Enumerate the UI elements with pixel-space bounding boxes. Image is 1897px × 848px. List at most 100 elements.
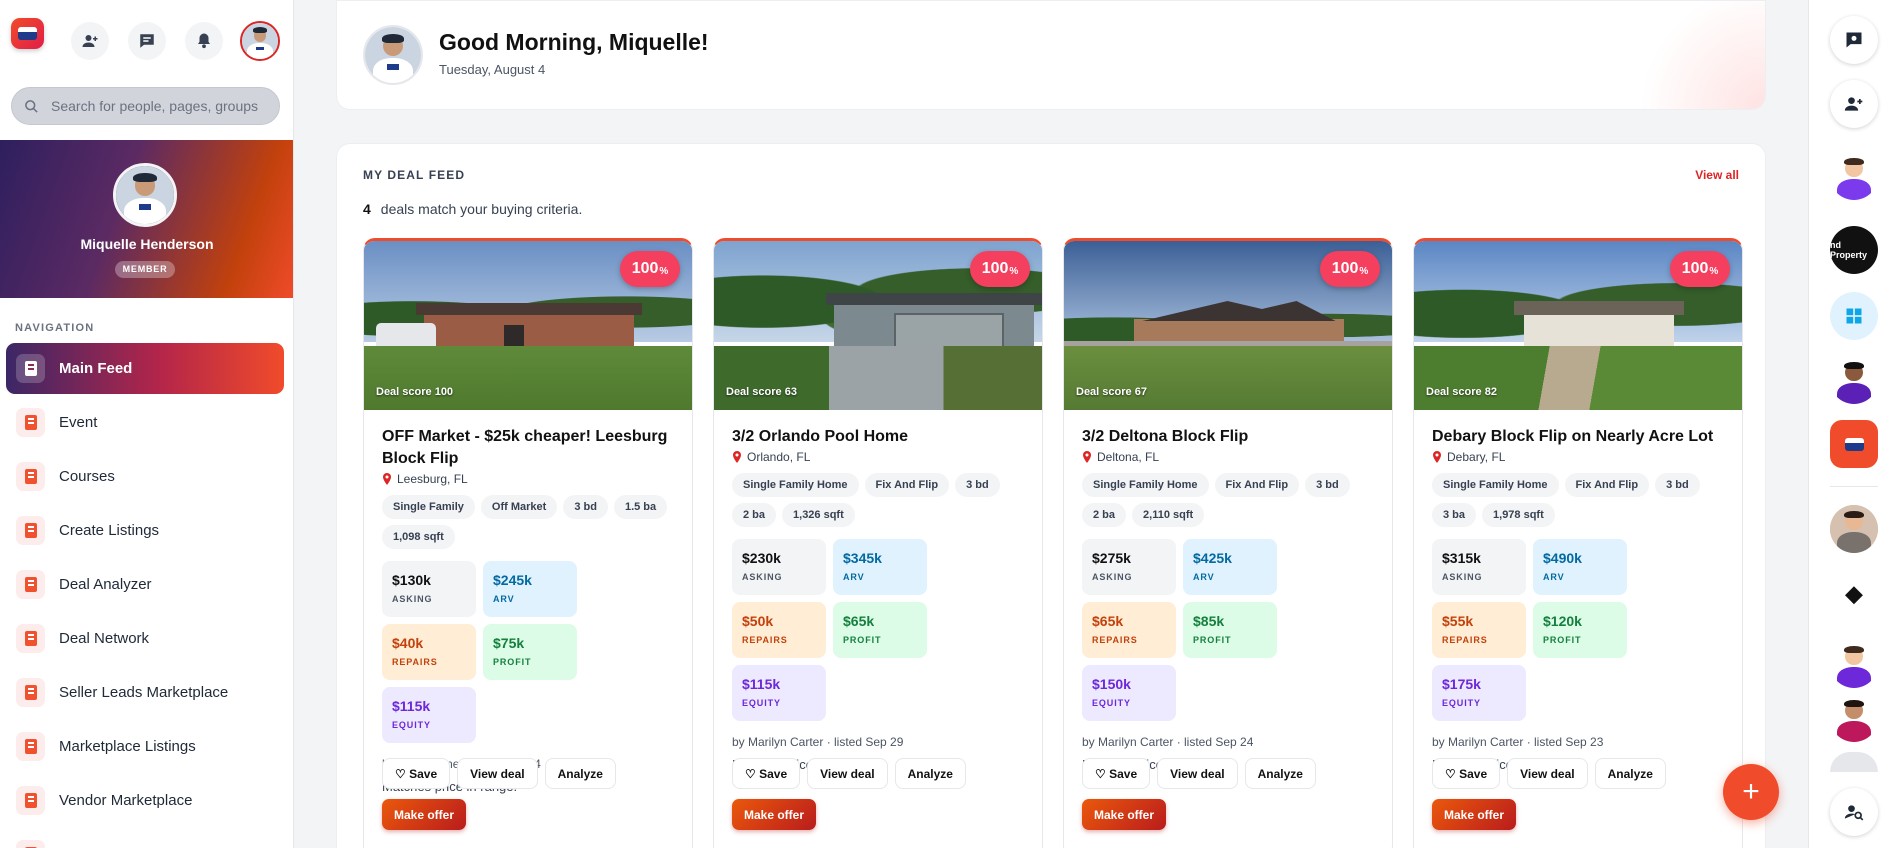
- nav-label: Marketplace Listings: [59, 738, 196, 755]
- nav-item-courses[interactable]: Courses: [6, 451, 284, 502]
- message-icon: [140, 34, 154, 48]
- friends-button[interactable]: [1830, 80, 1878, 128]
- user-avatar-button[interactable]: [240, 21, 280, 61]
- profile-name[interactable]: Miquelle Henderson: [0, 236, 293, 252]
- nav-label: Main Feed: [59, 360, 133, 377]
- view-deal-button[interactable]: View deal: [807, 758, 888, 789]
- deal-card[interactable]: 100% Deal score 82 Debary Block Flip on …: [1413, 238, 1743, 848]
- match-percent-badge: 100%: [1670, 251, 1730, 287]
- make-offer-button[interactable]: Make offer: [1082, 799, 1167, 830]
- stat-asking: $275k ASKING: [1082, 539, 1176, 595]
- nav-item-marketplace-listings[interactable]: Marketplace Listings: [6, 721, 284, 772]
- member-badge: MEMBER: [115, 261, 175, 278]
- contact-avatar[interactable]: [1830, 640, 1878, 688]
- view-deal-button[interactable]: View deal: [457, 758, 538, 789]
- avatar-image: [242, 23, 278, 59]
- nav-item-event[interactable]: Event: [6, 397, 284, 448]
- nav-item-more[interactable]: [6, 829, 284, 848]
- deal-photo[interactable]: 100% Deal score 100: [364, 241, 692, 410]
- nav-heading: NAVIGATION: [15, 322, 95, 334]
- save-button[interactable]: ♡ Save: [1082, 758, 1151, 789]
- deal-photo[interactable]: 100% Deal score 67: [1064, 241, 1392, 410]
- contact-avatar[interactable]: [1830, 152, 1878, 200]
- deal-score: Deal score 100: [376, 386, 454, 398]
- feed-icon: [16, 354, 45, 383]
- search-input[interactable]: [51, 98, 271, 114]
- make-offer-button[interactable]: Make offer: [1432, 799, 1517, 830]
- nav-item-deal-network[interactable]: Deal Network: [6, 613, 284, 664]
- settings-chat-button[interactable]: [1830, 16, 1878, 64]
- app-logo[interactable]: [11, 18, 44, 49]
- stat-repairs: $55k REPAIRS: [1432, 602, 1526, 658]
- stat-equity: $115k EQUITY: [382, 687, 476, 743]
- make-offer-button[interactable]: Make offer: [382, 799, 467, 830]
- deal-actions: ♡ Save View deal Analyze: [732, 758, 973, 789]
- analyze-button[interactable]: Analyze: [894, 758, 966, 789]
- contact-avatar[interactable]: [1830, 356, 1878, 404]
- save-button[interactable]: ♡ Save: [382, 758, 451, 789]
- profile-avatar[interactable]: [113, 163, 177, 227]
- deal-stats: $275k ASKING $425k ARV $65k REPAIRS $85k PRO…: [1082, 539, 1374, 728]
- match-percent-badge: 100%: [970, 251, 1030, 287]
- stat-equity: $175k EQUITY: [1432, 665, 1526, 721]
- deal-meta: by Marilyn Carter · listed Sep 23: [1432, 735, 1604, 749]
- search-bar[interactable]: [11, 87, 280, 125]
- contact-avatar[interactable]: [1830, 505, 1878, 553]
- deal-photo[interactable]: 100% Deal score 63: [714, 241, 1042, 410]
- view-deal-button[interactable]: View deal: [1157, 758, 1238, 789]
- nav-label: Create Listings: [59, 522, 160, 539]
- nav-item-create-listings[interactable]: Create Listings: [6, 505, 284, 556]
- stat-repairs: $65k REPAIRS: [1082, 602, 1176, 658]
- contact-avatar[interactable]: [1830, 694, 1878, 742]
- notifications-button[interactable]: [185, 22, 223, 60]
- deal-title[interactable]: OFF Market - $25k cheaper! Leesburg Bloc…: [382, 426, 674, 470]
- add-friend-button[interactable]: [71, 22, 109, 60]
- deal-photo[interactable]: 100% Deal score 82: [1414, 241, 1742, 410]
- deal-tag: 3 bd: [955, 473, 1000, 497]
- windows-app-button[interactable]: [1830, 292, 1878, 340]
- analyze-button[interactable]: Analyze: [1244, 758, 1316, 789]
- nav-item-main-feed[interactable]: Main Feed: [6, 343, 284, 394]
- nav-item-deal-analyzer[interactable]: Deal Analyzer: [6, 559, 284, 610]
- greeting-avatar[interactable]: [363, 25, 423, 85]
- page-avatar[interactable]: nd Property: [1830, 226, 1878, 274]
- stat-arv: $490k ARV: [1533, 539, 1627, 595]
- deal-score: Deal score 63: [726, 386, 797, 398]
- deal-title[interactable]: 3/2 Orlando Pool Home: [732, 426, 1024, 448]
- view-all-link[interactable]: View all: [1695, 168, 1739, 182]
- contact-avatar[interactable]: ◆: [1830, 570, 1878, 618]
- make-offer-button[interactable]: Make offer: [732, 799, 817, 830]
- match-summary: 4 deals match your buying criteria.: [363, 201, 582, 217]
- left-sidebar: Miquelle Henderson MEMBER NAVIGATION Mai…: [0, 0, 294, 848]
- deal-tag: 3 bd: [1305, 473, 1350, 497]
- user-search-icon: [1844, 805, 1864, 821]
- deal-tag: Fix And Flip: [864, 473, 950, 497]
- top-icon-bar: [0, 0, 293, 84]
- analyze-button[interactable]: Analyze: [1594, 758, 1666, 789]
- deal-tags: Single Family Home Fix And Flip 3 bd 3 b…: [1432, 473, 1724, 533]
- deal-card[interactable]: 100% Deal score 67 3/2 Deltona Block Fli…: [1063, 238, 1393, 848]
- deal-card[interactable]: 100% Deal score 63 3/2 Orlando Pool Home…: [713, 238, 1043, 848]
- brand-app-button[interactable]: [1830, 420, 1878, 468]
- right-rail: nd Property ◆: [1808, 0, 1897, 848]
- deal-tag: 2,110 sqft: [1132, 503, 1205, 527]
- stat-equity: $150k EQUITY: [1082, 665, 1176, 721]
- analyze-button[interactable]: Analyze: [544, 758, 616, 789]
- deal-title[interactable]: 3/2 Deltona Block Flip: [1082, 426, 1374, 448]
- view-deal-button[interactable]: View deal: [1507, 758, 1588, 789]
- match-text: deals match your buying criteria.: [380, 201, 583, 217]
- contact-avatar[interactable]: [1830, 752, 1878, 772]
- deal-card[interactable]: 100% Deal score 100 OFF Market - $25k ch…: [363, 238, 693, 848]
- find-people-button[interactable]: [1830, 788, 1878, 836]
- save-button[interactable]: ♡ Save: [732, 758, 801, 789]
- location-pin-icon: [733, 451, 741, 463]
- nav-item-seller-leads[interactable]: Seller Leads Marketplace: [6, 667, 284, 718]
- stat-profit: $75k PROFIT: [483, 624, 577, 680]
- messages-button[interactable]: [128, 22, 166, 60]
- deal-stats: $230k ASKING $345k ARV $50k REPAIRS $65k PRO…: [732, 539, 1024, 728]
- save-button[interactable]: ♡ Save: [1432, 758, 1501, 789]
- nav-item-vendor-marketplace[interactable]: Vendor Marketplace: [6, 775, 284, 826]
- create-post-fab[interactable]: +: [1723, 764, 1779, 820]
- deal-stats: $130k ASKING $245k ARV $40k REPAIRS $75k PRO…: [382, 561, 674, 750]
- deal-title[interactable]: Debary Block Flip on Nearly Acre Lot: [1432, 426, 1724, 448]
